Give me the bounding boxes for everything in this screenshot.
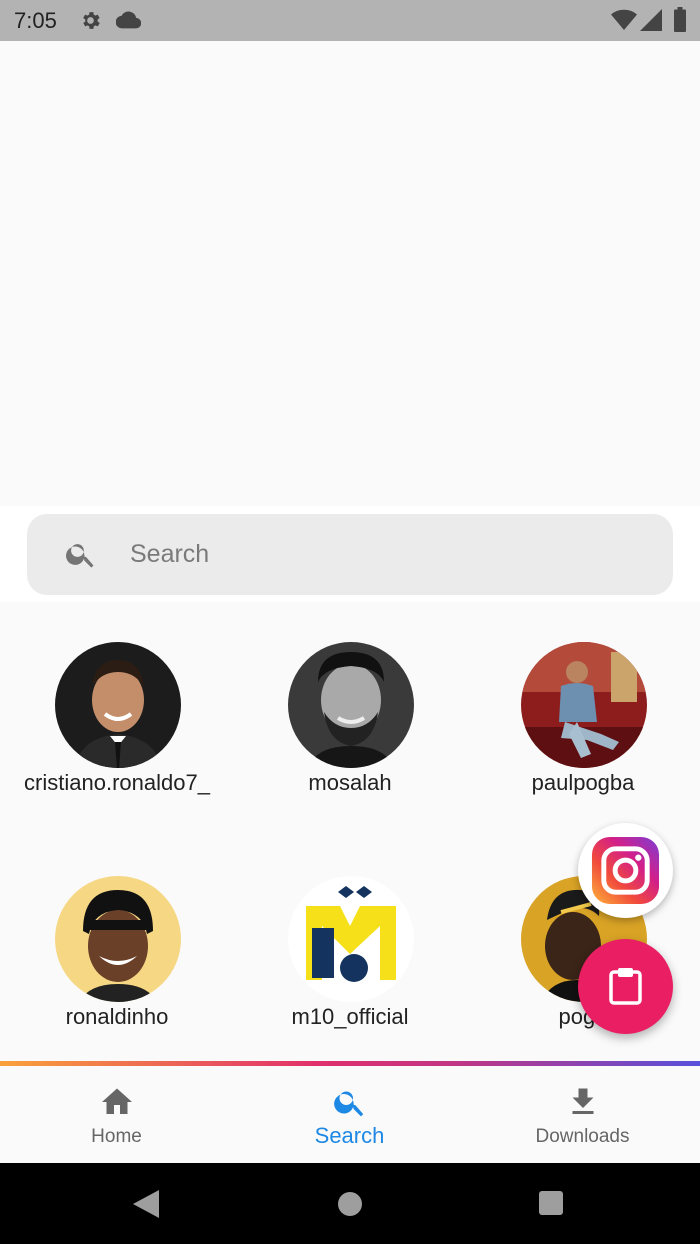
clipboard-icon bbox=[609, 968, 642, 1005]
home-circle-icon[interactable] bbox=[337, 1191, 363, 1217]
avatar[interactable] bbox=[288, 642, 414, 768]
battery-icon bbox=[674, 7, 686, 32]
account-tile[interactable]: mosalah bbox=[233, 642, 467, 812]
nav-label-downloads: Downloads bbox=[535, 1126, 630, 1147]
android-system-navigation bbox=[0, 1163, 700, 1244]
wifi-icon bbox=[611, 9, 637, 30]
nav-label-home: Home bbox=[91, 1126, 142, 1147]
settings-gear-icon bbox=[83, 12, 100, 29]
nav-item-home[interactable]: Home bbox=[0, 1066, 233, 1163]
nav-label-search: Search bbox=[314, 1123, 385, 1148]
avatar[interactable] bbox=[55, 642, 181, 768]
download-icon bbox=[572, 1088, 594, 1114]
search-icon bbox=[66, 544, 94, 568]
recents-square-icon[interactable] bbox=[538, 1190, 564, 1216]
home-icon bbox=[102, 1088, 132, 1114]
header-area bbox=[0, 41, 700, 506]
avatar[interactable] bbox=[55, 876, 181, 1002]
clipboard-paste-fab-button[interactable] bbox=[578, 939, 673, 1034]
account-tile[interactable]: paulpogba bbox=[466, 642, 700, 812]
status-time: 7:05 bbox=[14, 8, 57, 33]
nav-item-search[interactable]: Search bbox=[233, 1066, 466, 1163]
bottom-navigation: Home Search Downloads bbox=[0, 1066, 700, 1163]
account-username: cristiano.ronaldo7_ bbox=[24, 770, 210, 795]
instagram-icon bbox=[591, 836, 660, 905]
account-username: mosalah bbox=[308, 770, 392, 795]
search-icon bbox=[334, 1091, 364, 1117]
back-icon[interactable] bbox=[133, 1190, 159, 1218]
account-tile[interactable]: cristiano.ronaldo7_ bbox=[0, 642, 234, 812]
account-username: paulpogba bbox=[531, 770, 635, 795]
avatar[interactable] bbox=[288, 876, 414, 1002]
status-bar: 7:05 bbox=[0, 0, 700, 41]
account-tile[interactable]: m10_official bbox=[233, 876, 467, 1046]
cell-signal-icon bbox=[640, 9, 662, 31]
account-username: ronaldinho bbox=[65, 1004, 169, 1029]
account-tile[interactable]: ronaldinho bbox=[0, 876, 234, 1046]
search-input[interactable] bbox=[130, 530, 650, 578]
instagram-fab-button[interactable] bbox=[578, 823, 673, 918]
account-username: m10_official bbox=[291, 1004, 409, 1029]
cloud-icon bbox=[116, 11, 141, 29]
avatar[interactable] bbox=[521, 642, 647, 768]
nav-item-downloads[interactable]: Downloads bbox=[466, 1066, 699, 1163]
